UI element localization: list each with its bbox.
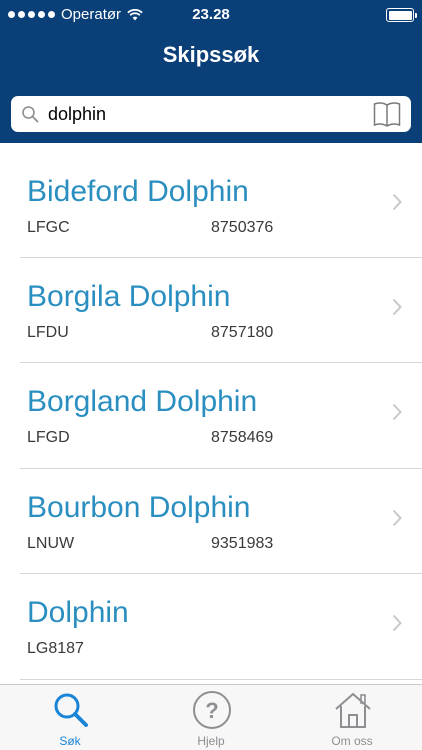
- search-icon: [54, 693, 88, 727]
- status-time: 23.28: [192, 6, 230, 23]
- ship-callsign: LFGC: [27, 219, 70, 236]
- bookmarks-icon[interactable]: [373, 101, 401, 127]
- tab-label: Søk: [59, 734, 81, 748]
- ship-imo-number: 8750376: [211, 219, 274, 236]
- chevron-right-icon: [392, 509, 402, 527]
- navigation-bar: Skipssøk: [0, 30, 422, 85]
- ship-imo-number: 8758469: [211, 429, 274, 446]
- ship-callsign: LFGD: [27, 429, 70, 446]
- ship-callsign: LNUW: [27, 535, 75, 552]
- search-input[interactable]: [48, 96, 368, 132]
- ship-name: Borgila Dolphin: [27, 280, 231, 313]
- tab-help[interactable]: ? Hjelp: [141, 685, 281, 750]
- ship-name: Borgland Dolphin: [27, 385, 258, 418]
- chevron-right-icon: [392, 298, 402, 316]
- help-icon: ?: [193, 691, 231, 729]
- search-bar: [0, 85, 422, 143]
- chevron-right-icon: [392, 614, 402, 632]
- list-item[interactable]: Borgland Dolphin LFGD 8758469: [0, 353, 422, 458]
- tab-label: Om oss: [331, 734, 373, 748]
- page-title: Skipssøk: [162, 42, 260, 67]
- search-field[interactable]: [11, 96, 411, 132]
- ship-name: Dolphin: [27, 596, 129, 629]
- ship-imo-number: 8757180: [211, 324, 274, 341]
- chevron-right-icon: [392, 193, 402, 211]
- results-list: Bideford Dolphin LFGC 8750376 Borgila Do…: [0, 143, 422, 684]
- status-bar: Operatør 23.28: [0, 0, 422, 30]
- tab-about[interactable]: Om oss: [282, 685, 422, 750]
- tab-bar: Søk ? Hjelp Om oss: [0, 684, 422, 750]
- list-item[interactable]: Dolphin LG8187: [0, 564, 422, 669]
- divider: [20, 679, 422, 680]
- list-item[interactable]: Bideford Dolphin LFGC 8750376: [0, 143, 422, 248]
- ship-name: Bideford Dolphin: [27, 175, 249, 208]
- list-item[interactable]: Bourbon Dolphin LNUW 9351983: [0, 459, 422, 564]
- search-icon: [22, 106, 39, 123]
- home-icon: [335, 693, 371, 728]
- svg-text:?: ?: [205, 698, 218, 723]
- chevron-right-icon: [392, 403, 402, 421]
- list-item[interactable]: Borgila Dolphin LFDU 8757180: [0, 248, 422, 353]
- app-screen: Operatør 23.28 Skipssøk Bide: [0, 0, 422, 750]
- battery-icon: [386, 8, 417, 22]
- tab-label: Hjelp: [197, 734, 225, 748]
- ship-callsign: LFDU: [27, 324, 69, 341]
- tab-search[interactable]: Søk: [0, 685, 140, 750]
- ship-callsign: LG8187: [27, 640, 84, 657]
- ship-imo-number: 9351983: [211, 535, 274, 552]
- ship-name: Bourbon Dolphin: [27, 491, 251, 524]
